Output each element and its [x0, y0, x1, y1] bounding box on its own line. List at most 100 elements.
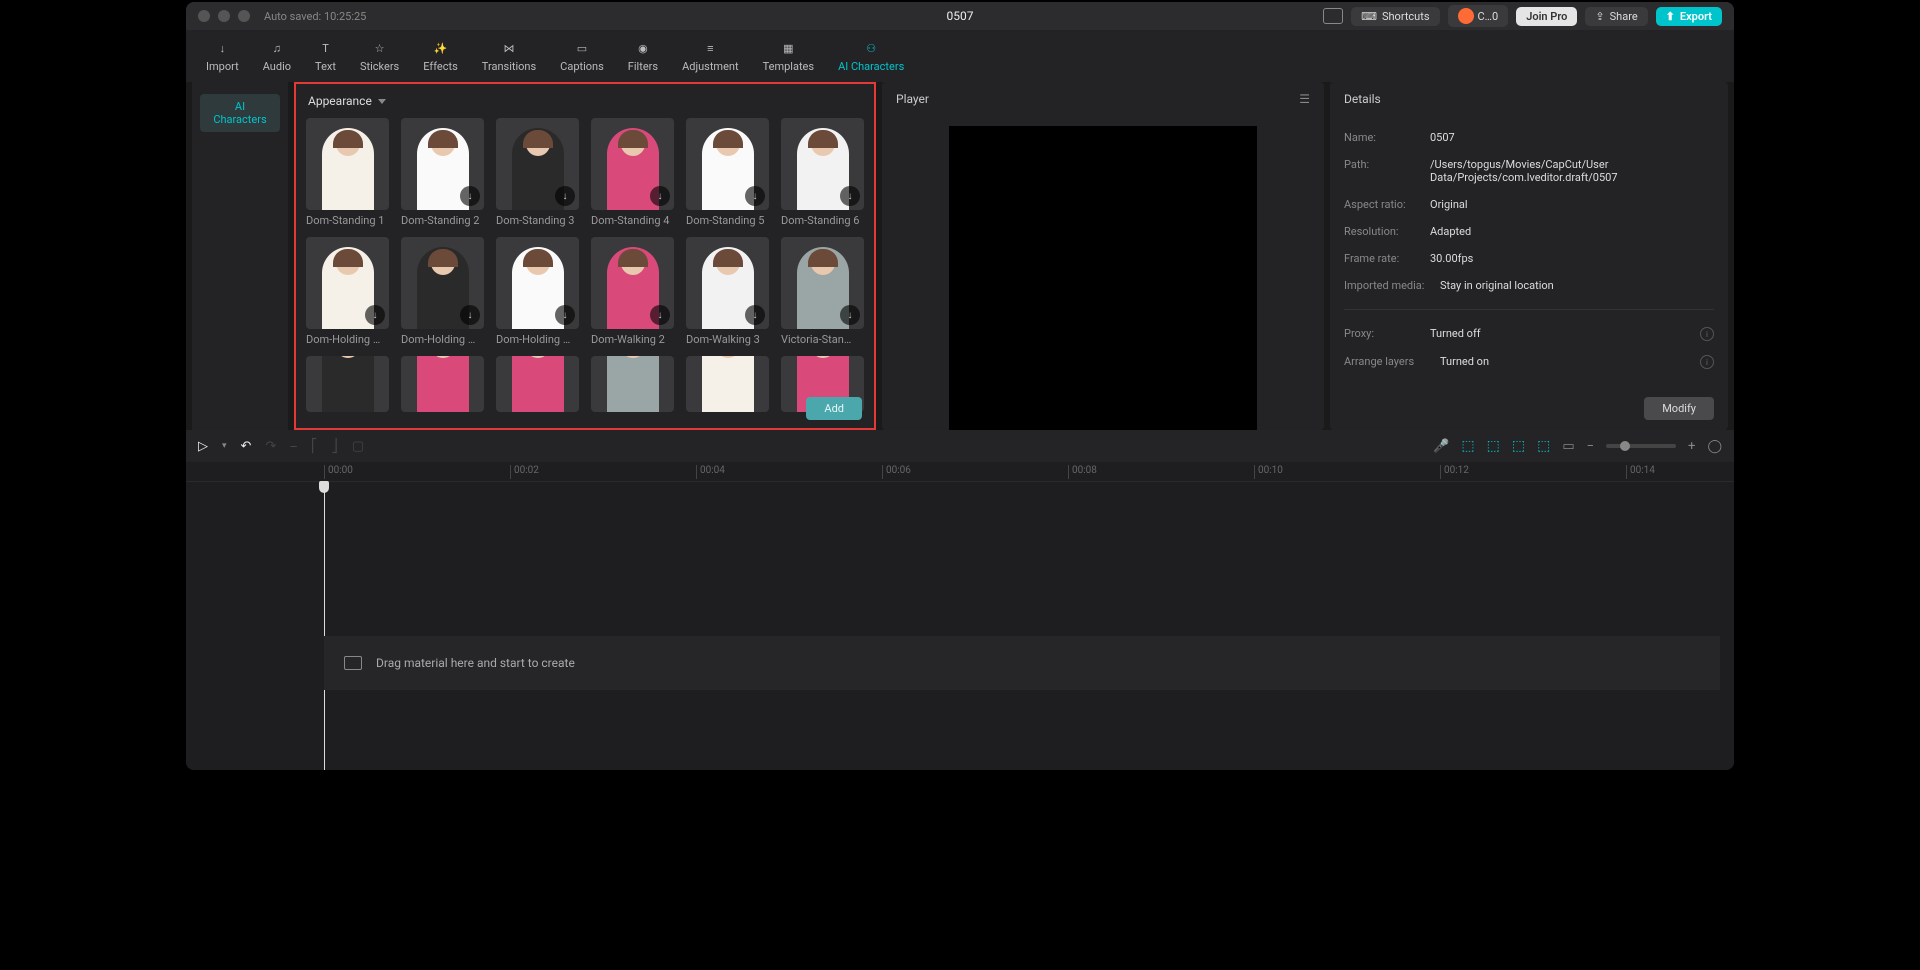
download-icon[interactable]: ↓: [460, 305, 480, 325]
pointer-tool[interactable]: ▷: [198, 439, 208, 454]
character-thumb: ↓: [686, 118, 769, 210]
download-icon[interactable]: ↓: [745, 186, 765, 206]
zoom-slider[interactable]: [1606, 444, 1676, 448]
zoom-out[interactable]: −: [1587, 439, 1594, 454]
character-figure: [512, 356, 564, 412]
tab-audio[interactable]: ♫ Audio: [251, 36, 303, 77]
tab-effects[interactable]: ✨Effects: [411, 36, 470, 77]
magnet-icon[interactable]: ⬚: [1461, 438, 1474, 454]
track-icon[interactable]: ⬚: [1537, 438, 1550, 454]
character-item[interactable]: ↓Dom-Standing 3: [496, 118, 579, 227]
timeline-ruler[interactable]: 00:0000:0200:0400:0600:0800:1000:1200:14: [186, 462, 1734, 482]
character-item[interactable]: [591, 356, 674, 412]
export-button[interactable]: ⬆Export: [1656, 7, 1722, 26]
player-menu-icon[interactable]: ☰: [1299, 92, 1310, 106]
character-item[interactable]: [401, 356, 484, 412]
info-icon[interactable]: i: [1700, 355, 1714, 369]
minimize-window[interactable]: [218, 10, 230, 22]
link-icon[interactable]: ⬚: [1487, 438, 1500, 454]
character-item[interactable]: ↓ Dom-Holding …: [401, 237, 484, 346]
shortcuts-button[interactable]: ⌨Shortcuts: [1351, 7, 1439, 26]
resolution-label: Resolution:: [1344, 225, 1430, 238]
download-icon[interactable]: ↓: [650, 186, 670, 206]
character-thumb: ↓: [781, 118, 864, 210]
character-item[interactable]: ↓Dom-Walking 3: [686, 237, 769, 346]
tab-templates[interactable]: ▦Templates: [751, 36, 826, 77]
tab-ai-characters[interactable]: ⚇AI Characters: [826, 36, 916, 77]
playhead[interactable]: [324, 482, 325, 770]
download-icon[interactable]: ↓: [365, 305, 385, 325]
appearance-header[interactable]: Appearance: [296, 84, 874, 114]
zoom-in[interactable]: +: [1688, 439, 1695, 454]
timeline-drop-area[interactable]: Drag material here and start to create: [324, 636, 1720, 690]
add-button[interactable]: Add: [806, 397, 862, 420]
tab-label: Filters: [628, 60, 658, 73]
traffic-lights: [198, 10, 250, 22]
preview-icon[interactable]: ⬚: [1512, 438, 1525, 454]
character-item[interactable]: Dom-Standing 1: [306, 118, 389, 227]
sidebar-item-ai-characters[interactable]: AI Characters: [200, 94, 280, 132]
join-pro-button[interactable]: Join Pro: [1516, 7, 1577, 26]
tab-stickers[interactable]: ☆Stickers: [348, 36, 411, 77]
character-item[interactable]: [686, 356, 769, 412]
tab-label: Audio: [263, 60, 291, 73]
download-icon[interactable]: ↓: [555, 305, 575, 325]
download-icon[interactable]: ↓: [555, 186, 575, 206]
trim-right-tool[interactable]: ⎦: [331, 439, 338, 454]
tab-transitions[interactable]: ⋈Transitions: [470, 36, 548, 77]
info-icon[interactable]: i: [1700, 327, 1714, 341]
layout-icon[interactable]: [1323, 8, 1343, 24]
tab-label: Templates: [763, 60, 814, 73]
character-label: Victoria-Stan…: [781, 333, 864, 346]
character-label: Dom-Standing 6: [781, 214, 864, 227]
split-tool[interactable]: ⎯: [290, 439, 297, 454]
character-thumb: [306, 118, 389, 210]
character-item[interactable]: ↓ Dom-Standing 6: [781, 118, 864, 227]
tab-adjustment[interactable]: ≡Adjustment: [670, 36, 751, 77]
modify-button[interactable]: Modify: [1644, 397, 1714, 420]
character-item[interactable]: ↓ Victoria-Stan…: [781, 237, 864, 346]
tab-filters[interactable]: ◉Filters: [616, 36, 670, 77]
player-stage[interactable]: [882, 116, 1324, 444]
redo-button[interactable]: ↷: [265, 439, 276, 454]
download-icon[interactable]: ↓: [460, 186, 480, 206]
character-item[interactable]: ↓Dom-Standing 2: [401, 118, 484, 227]
trim-left-tool[interactable]: ⎡: [311, 439, 318, 454]
left-sidebar: AI Characters: [192, 82, 288, 430]
character-label: Dom-Holding …: [401, 333, 484, 346]
tab-label: Stickers: [360, 60, 399, 73]
zoom-fit[interactable]: ◯: [1707, 439, 1722, 454]
mic-icon[interactable]: 🎤: [1433, 439, 1449, 454]
undo-button[interactable]: ↶: [241, 439, 252, 454]
delete-tool[interactable]: ▢: [352, 439, 364, 454]
tab-captions[interactable]: ▭Captions: [548, 36, 616, 77]
character-item[interactable]: ↓Dom-Holding …: [496, 237, 579, 346]
audio-icon: ♫: [267, 40, 287, 58]
pointer-dropdown[interactable]: ▾: [222, 441, 227, 451]
character-item[interactable]: ↓Dom-Standing 4: [591, 118, 674, 227]
framerate-label: Frame rate:: [1344, 252, 1430, 265]
tab-import[interactable]: ↓Import: [194, 36, 251, 77]
aspect-value: Original: [1430, 198, 1714, 211]
character-item[interactable]: [306, 356, 389, 412]
timeline-tracks[interactable]: Drag material here and start to create: [186, 482, 1734, 770]
monitor-icon[interactable]: ▭: [1562, 439, 1574, 454]
download-icon[interactable]: ↓: [650, 305, 670, 325]
character-item[interactable]: ↓Dom-Walking 2: [591, 237, 674, 346]
share-button[interactable]: ⇪Share: [1585, 7, 1647, 26]
download-icon[interactable]: ↓: [840, 186, 860, 206]
character-item[interactable]: ↓Dom-Holding …: [306, 237, 389, 346]
download-icon[interactable]: ↓: [745, 305, 765, 325]
character-item[interactable]: [496, 356, 579, 412]
media-icon: [344, 656, 362, 670]
character-thumb: ↓: [401, 237, 484, 329]
maximize-window[interactable]: [238, 10, 250, 22]
character-thumb: ↓: [781, 237, 864, 329]
ruler-tick: 00:10: [1254, 465, 1283, 479]
close-window[interactable]: [198, 10, 210, 22]
user-badge[interactable]: C…0: [1448, 5, 1509, 27]
character-item[interactable]: ↓Dom-Standing 5: [686, 118, 769, 227]
download-icon[interactable]: ↓: [840, 305, 860, 325]
top-tabs: ↓Import ♫ Audio TText☆Stickers✨Effects⋈Tran…: [186, 30, 1734, 82]
tab-text[interactable]: TText: [303, 36, 348, 77]
